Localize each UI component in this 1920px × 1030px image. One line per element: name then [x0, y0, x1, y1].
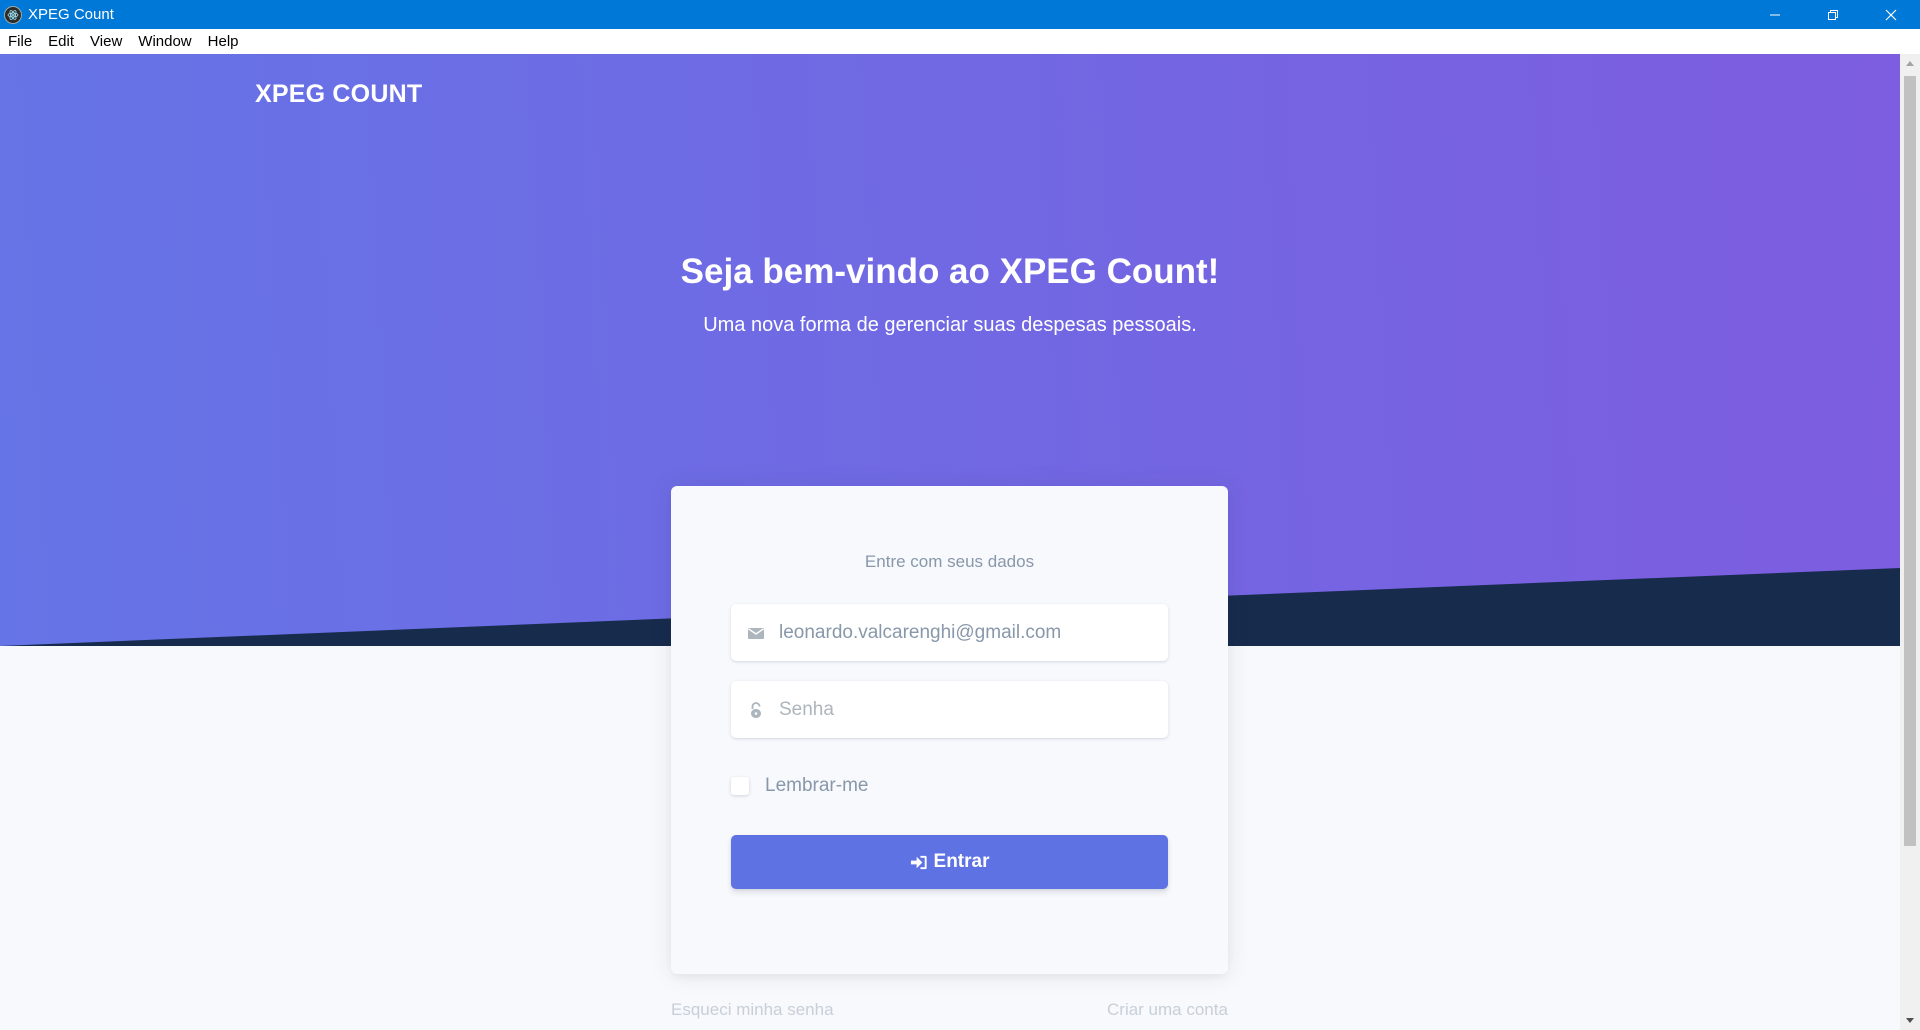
login-button-label: Entrar: [933, 851, 990, 872]
forgot-password-link[interactable]: Esqueci minha senha: [671, 1000, 834, 1020]
remember-checkbox[interactable]: [731, 777, 749, 795]
minimize-button[interactable]: [1746, 0, 1804, 29]
minimize-icon: [1770, 14, 1780, 15]
caret-up-icon: [1906, 61, 1914, 66]
menu-file[interactable]: File: [0, 29, 40, 54]
scroll-down-arrow[interactable]: [1900, 1012, 1920, 1030]
menu-help[interactable]: Help: [200, 29, 247, 54]
scrollbar-thumb[interactable]: [1904, 76, 1916, 846]
envelope-icon: [745, 624, 767, 642]
remember-me[interactable]: Lembrar-me: [731, 775, 868, 797]
password-field[interactable]: [731, 681, 1168, 738]
remember-label[interactable]: Lembrar-me: [765, 775, 868, 797]
window-title: XPEG Count: [28, 6, 114, 23]
sign-in-icon: [910, 855, 927, 869]
menu-bar: File Edit View Window Help: [0, 29, 1920, 54]
email-input[interactable]: [777, 620, 1161, 645]
electron-atom-icon: [4, 5, 22, 24]
login-heading: Entre com seus dados: [864, 552, 1035, 571]
page-viewport: XPEG COUNT Seja bem-vindo ao XPEG Count!…: [0, 54, 1900, 1030]
welcome-title: Seja bem-vindo ao XPEG Count!: [680, 252, 1220, 291]
email-field[interactable]: [731, 604, 1168, 661]
welcome-subtitle: Uma nova forma de gerenciar suas despesa…: [703, 314, 1197, 336]
vertical-scrollbar[interactable]: [1900, 54, 1920, 1030]
menu-edit[interactable]: Edit: [40, 29, 82, 54]
caret-down-icon: [1906, 1018, 1914, 1023]
login-button[interactable]: Entrar: [731, 835, 1168, 889]
lock-icon: [745, 701, 767, 719]
brand-logo[interactable]: XPEG COUNT: [255, 80, 422, 109]
title-bar: XPEG Count: [0, 0, 1920, 29]
create-account-link[interactable]: Criar uma conta: [1107, 1000, 1228, 1020]
restore-button[interactable]: [1804, 0, 1862, 29]
close-button[interactable]: [1862, 0, 1920, 29]
window-controls: [1746, 0, 1920, 29]
scroll-up-arrow[interactable]: [1900, 54, 1920, 72]
restore-icon: [1828, 9, 1838, 20]
menu-window[interactable]: Window: [130, 29, 199, 54]
password-input[interactable]: [777, 697, 1161, 722]
menu-view[interactable]: View: [82, 29, 130, 54]
login-card: Entre com seus dados Lembrar-me Entrar: [671, 486, 1228, 974]
close-icon: [1885, 9, 1897, 20]
